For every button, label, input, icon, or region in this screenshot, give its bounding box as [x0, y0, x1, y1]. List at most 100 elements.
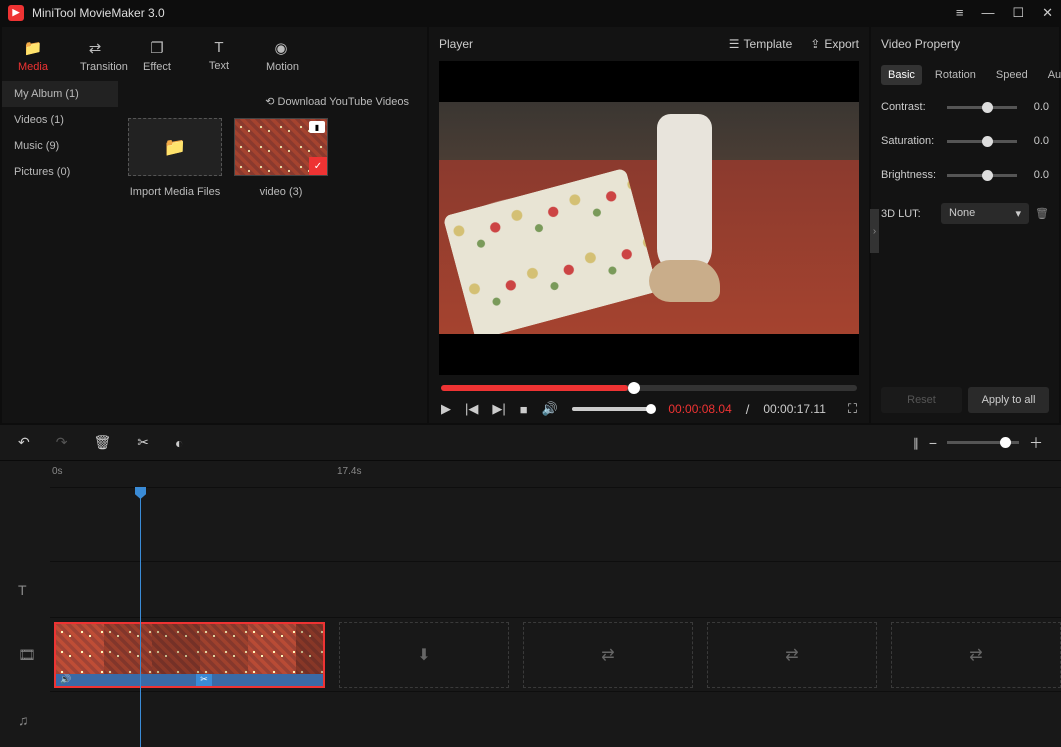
timeline-dropzone[interactable]: ⬇ — [339, 622, 509, 688]
sidebar-item-1[interactable]: Videos (1) — [2, 107, 118, 133]
ruler-label: 17.4s — [337, 466, 361, 477]
clip-split-marker[interactable]: ✂ — [196, 674, 212, 686]
lut-label: 3D LUT: — [881, 208, 935, 220]
upload-icon: ⇪ — [810, 37, 820, 51]
slider-label: Contrast: — [881, 101, 941, 113]
export-button[interactable]: ⇪Export — [810, 37, 859, 51]
next-frame-button[interactable]: ▶| — [492, 401, 505, 417]
folder-icon: 📁 — [164, 137, 186, 158]
swap-icon: ⇄ — [785, 645, 798, 665]
time-separator: / — [746, 402, 750, 417]
motion-icon: ◉ — [266, 39, 296, 57]
time-current: 00:00:08.04 — [668, 402, 731, 416]
layers-icon: ❐ — [142, 39, 172, 57]
apply-all-button[interactable]: Apply to all — [968, 387, 1049, 413]
timeline-ruler[interactable]: 0s 17.4s — [0, 461, 1061, 487]
lut-select[interactable]: None ▾ — [941, 203, 1029, 224]
media-thumb-label: video (3) — [234, 186, 328, 198]
seek-knob[interactable] — [628, 382, 640, 394]
overlay-track[interactable] — [50, 487, 1061, 561]
stop-button[interactable]: ■ — [520, 402, 528, 417]
text-track-icon: T — [18, 582, 27, 598]
slider-value: 0.0 — [1023, 101, 1049, 113]
brightness-slider[interactable] — [947, 174, 1017, 177]
video-clip[interactable]: 🔊✂ — [54, 622, 325, 688]
timeline-toolbar: ↶ ↷ 🗑 ✂ ◐ ∥ − ＋ — [0, 425, 1061, 461]
maximize-icon[interactable]: ☐ — [1012, 5, 1024, 21]
zoom-in-button[interactable]: ＋ — [1029, 433, 1043, 453]
volume-slider[interactable] — [572, 407, 652, 411]
video-track[interactable]: 🎞 🔊✂ ⬇⇄⇄⇄ — [50, 617, 1061, 691]
swap-icon: ⇄ — [969, 645, 982, 665]
reset-button[interactable]: Reset — [881, 387, 962, 413]
play-button[interactable]: ▶ — [441, 401, 451, 417]
playhead[interactable] — [140, 487, 141, 747]
check-icon: ✓ — [309, 157, 327, 175]
video-preview — [439, 61, 859, 375]
saturation-slider[interactable] — [947, 140, 1017, 143]
timeline: ↶ ↷ 🗑 ✂ ◐ ∥ − ＋ 0s17.4s T 🎞 🔊✂ ⬇⇄⇄⇄ ♫ — [0, 425, 1061, 747]
timeline-dropzone[interactable]: ⇄ — [523, 622, 693, 688]
slider-label: Saturation: — [881, 135, 941, 147]
prop-tab-basic[interactable]: Basic — [881, 65, 922, 85]
tab-media[interactable]: 📁Media — [2, 33, 64, 81]
timeline-dropzone[interactable]: ⇄ — [707, 622, 877, 688]
clip-audio-icon: 🔊 — [60, 674, 71, 685]
tab-effect[interactable]: ❐Effect — [126, 33, 188, 81]
prop-tab-speed[interactable]: Speed — [989, 65, 1035, 85]
import-media-label: Import Media Files — [128, 186, 222, 198]
menu-icon[interactable]: ≡ — [956, 5, 964, 21]
trash-icon[interactable]: 🗑 — [1035, 207, 1049, 220]
player-title: Player — [439, 37, 473, 51]
collapse-properties-toggle[interactable]: › — [870, 209, 879, 253]
contrast-slider[interactable] — [947, 106, 1017, 109]
snap-icon[interactable]: ∥ — [913, 436, 919, 450]
sidebar-item-0[interactable]: My Album (1) — [2, 81, 118, 107]
tab-motion[interactable]: ◉Motion — [250, 33, 312, 81]
album-sidebar: My Album (1)Videos (1)Music (9)Pictures … — [2, 81, 118, 423]
minimize-icon[interactable]: — — [981, 5, 994, 21]
volume-icon[interactable]: 🔊 — [542, 401, 558, 417]
timeline-dropzone[interactable]: ⇄ — [891, 622, 1061, 688]
property-title: Video Property — [881, 37, 1049, 51]
sidebar-item-3[interactable]: Pictures (0) — [2, 159, 118, 185]
time-total: 00:00:17.11 — [763, 402, 826, 416]
prop-tab-audio[interactable]: Audio — [1041, 65, 1061, 85]
text-track[interactable]: T — [50, 561, 1061, 617]
player-panel: Player ☰Template ⇪Export › ▶ |◀ ▶| ■ 🔊 — [429, 27, 869, 423]
zoom-out-button[interactable]: − — [929, 435, 937, 451]
chevron-down-icon: ▾ — [1016, 207, 1022, 220]
text-icon: T — [204, 39, 234, 56]
prev-frame-button[interactable]: |◀ — [465, 401, 478, 417]
video-track-icon: 🎞 — [18, 646, 36, 663]
download-icon: ⬇ — [417, 645, 430, 665]
audio-track[interactable]: ♫ — [50, 691, 1061, 747]
ruler-label: 0s — [52, 466, 63, 477]
prop-tab-rotation[interactable]: Rotation — [928, 65, 983, 85]
titlebar: ▶ MiniTool MovieMaker 3.0 ≡ — ☐ ✕ — [0, 0, 1061, 25]
slider-value: 0.0 — [1023, 135, 1049, 147]
sidebar-item-2[interactable]: Music (9) — [2, 133, 118, 159]
module-tabs: 📁Media⇄Transition❐EffectTText◉Motion — [2, 27, 427, 81]
delete-button[interactable]: 🗑 — [93, 434, 111, 451]
fullscreen-button[interactable]: ⛶ — [848, 401, 857, 417]
seek-bar[interactable] — [441, 385, 857, 391]
import-media-button[interactable]: 📁 — [128, 118, 222, 176]
speed-button[interactable]: ◐ — [175, 435, 183, 451]
redo-button[interactable]: ↷ — [56, 434, 68, 451]
media-thumbnail[interactable]: ▮ ✓ — [234, 118, 328, 176]
media-panel: 📁Media⇄Transition❐EffectTText◉Motion My … — [2, 27, 427, 423]
split-button[interactable]: ✂ — [137, 434, 149, 451]
download-youtube-link[interactable]: Download YouTube Videos — [128, 89, 417, 108]
property-panel: Video Property Basic Rotation Speed Audio C… — [871, 27, 1059, 423]
swap-icon: ⇄ — [80, 39, 110, 57]
video-type-icon: ▮ — [309, 121, 325, 133]
tab-transition[interactable]: ⇄Transition — [64, 33, 126, 81]
app-title: MiniTool MovieMaker 3.0 — [32, 6, 165, 20]
zoom-slider[interactable] — [947, 441, 1019, 444]
undo-button[interactable]: ↶ — [18, 434, 30, 451]
timeline-body: T 🎞 🔊✂ ⬇⇄⇄⇄ ♫ — [0, 487, 1061, 747]
tab-text[interactable]: TText — [188, 33, 250, 81]
template-button[interactable]: ☰Template — [729, 37, 792, 51]
close-icon[interactable]: ✕ — [1042, 5, 1053, 21]
